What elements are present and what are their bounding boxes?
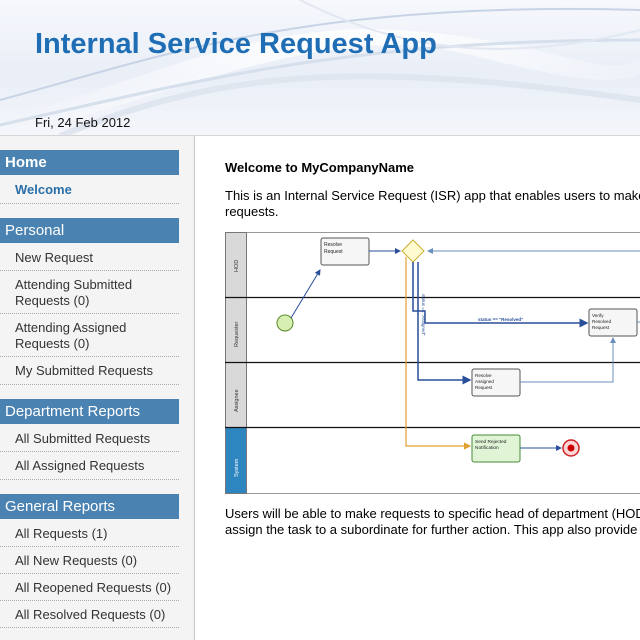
intro-text-line-2: requests. (225, 204, 279, 219)
sidebar-heading-personal: Personal (0, 218, 179, 243)
divider (0, 627, 179, 628)
process-diagram: HOD Requester Assignee System Resolve Re… (225, 232, 640, 494)
sidebar: Home Welcome Personal New Request Attend… (0, 136, 192, 640)
svg-text:Send Rejected: Send Rejected (475, 439, 507, 445)
divider (0, 203, 179, 204)
sidebar-item-my-submitted[interactable]: My Submitted Requests (15, 363, 179, 379)
svg-text:Assigned: Assigned (475, 379, 494, 384)
start-event (276, 314, 294, 332)
divider (0, 479, 179, 480)
sidebar-item-new-request[interactable]: New Request (15, 250, 179, 266)
divider (0, 270, 179, 271)
divider (0, 600, 179, 601)
app-title: Internal Service Request App (35, 28, 437, 60)
main-content: Welcome to MyCompanyName This is an Inte… (195, 136, 640, 640)
sidebar-item-all-new[interactable]: All New Requests (0) (15, 553, 179, 569)
sidebar-heading-home[interactable]: Home (0, 150, 179, 175)
lane-label-requester: Requester (234, 321, 240, 347)
svg-text:Resolved: Resolved (592, 319, 612, 324)
lane-label-hod: HOD (234, 260, 240, 272)
divider (0, 546, 179, 547)
divider (0, 384, 179, 385)
svg-text:Resolve: Resolve (475, 373, 492, 378)
sidebar-item-all-requests[interactable]: All Requests (1) (15, 526, 179, 542)
svg-text:Request: Request (592, 325, 610, 330)
sidebar-item-all-reopened[interactable]: All Reopened Requests (0) (15, 580, 179, 596)
sidebar-item-attending-assigned[interactable]: Attending Assigned Requests (0) (15, 320, 179, 352)
svg-text:Notification: Notification (475, 445, 499, 451)
divider (0, 356, 179, 357)
sidebar-item-welcome[interactable]: Welcome (15, 182, 179, 198)
divider (0, 313, 179, 314)
intro-text-line-1: This is an Internal Service Request (ISR… (225, 188, 640, 203)
svg-text:Resolve: Resolve (324, 242, 342, 248)
sidebar-item-all-assigned[interactable]: All Assigned Requests (15, 458, 179, 474)
svg-text:Request: Request (324, 249, 343, 255)
divider (0, 451, 179, 452)
current-date: Fri, 24 Feb 2012 (35, 115, 131, 130)
label-status-resolved: status == "Resolved" (478, 317, 523, 322)
sidebar-item-all-submitted[interactable]: All Submitted Requests (15, 431, 179, 447)
sidebar-heading-general: General Reports (0, 494, 179, 519)
app-header: Internal Service Request App Fri, 24 Feb… (0, 0, 640, 136)
sidebar-item-all-resolved[interactable]: All Resolved Requests (0) (15, 607, 179, 623)
welcome-title: Welcome to MyCompanyName (225, 160, 415, 175)
outro-text-line-2: assign the task to a subordinate for fur… (225, 522, 638, 537)
lane-label-system: System (234, 458, 240, 477)
lane-label-assignee: Assignee (234, 389, 240, 412)
sidebar-item-attending-submitted[interactable]: Attending Submitted Requests (0) (15, 277, 179, 309)
svg-text:Verify: Verify (592, 313, 604, 318)
outro-text-line-1: Users will be able to make requests to s… (225, 506, 640, 521)
svg-text:Request: Request (475, 385, 493, 390)
sidebar-heading-department: Department Reports (0, 399, 179, 424)
divider (0, 573, 179, 574)
